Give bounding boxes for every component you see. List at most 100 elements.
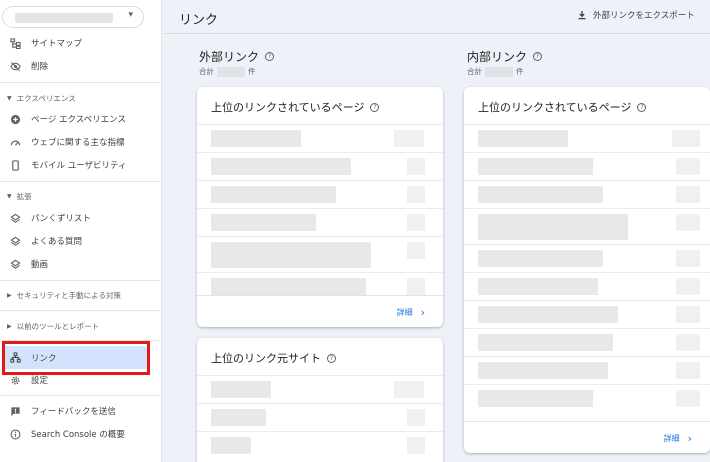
table-row[interactable] xyxy=(464,244,710,272)
divider xyxy=(0,310,160,311)
table-row[interactable] xyxy=(464,384,710,412)
help-icon[interactable]: ? xyxy=(370,102,380,112)
internal-links-title: 内部リンク ? xyxy=(467,48,543,65)
divider xyxy=(0,280,160,281)
sitemap-icon xyxy=(9,37,21,49)
sidebar-item-removals[interactable]: 削除 xyxy=(0,55,160,77)
external-links-label: 外部リンク xyxy=(199,50,260,64)
caret-right-icon: ▶ xyxy=(7,322,12,330)
section-experience[interactable]: ▼ エクスペリエンス xyxy=(0,90,160,106)
section-security[interactable]: ▶ セキュリティと手動による対策 xyxy=(0,287,160,303)
table-row[interactable] xyxy=(464,152,710,180)
table-row[interactable] xyxy=(464,300,710,328)
total-prefix: 合計 xyxy=(467,67,482,76)
property-selector[interactable]: ▾ xyxy=(2,6,144,28)
divider xyxy=(0,82,160,83)
sidebar-item-label: モバイル ユーザビリティ xyxy=(31,161,127,171)
section-legacy[interactable]: ▶ 以前のツールとレポート xyxy=(0,318,160,334)
sidebar-item-settings[interactable]: 設定 xyxy=(0,369,160,391)
sidebar-item-videos[interactable]: 動画 xyxy=(0,253,160,275)
total-count-redacted xyxy=(485,66,513,77)
table-row[interactable] xyxy=(197,236,443,272)
table-row[interactable] xyxy=(197,208,443,236)
sidebar-item-label: よくある質問 xyxy=(31,237,83,247)
table-row[interactable] xyxy=(464,124,710,152)
layers-icon xyxy=(9,235,21,247)
external-top-linked-pages-card: 上位のリンクされているページ ? 詳細 › xyxy=(197,87,443,327)
card-title-label: 上位のリンクされているページ xyxy=(211,101,365,114)
total-prefix: 合計 xyxy=(199,67,214,76)
layers-icon xyxy=(9,258,21,270)
table-row[interactable] xyxy=(197,375,443,403)
sidebar-item-label: ページ エクスペリエンス xyxy=(31,115,127,125)
speed-icon xyxy=(9,136,21,148)
sidebar: ▾ サイトマップ 削除 ▼ エクスペリエンス ページ エクスペリエンス ウェブに… xyxy=(0,0,162,462)
gear-icon xyxy=(9,374,21,386)
table-row[interactable] xyxy=(197,124,443,152)
chevron-right-icon: › xyxy=(687,432,692,445)
caret-right-icon: ▶ xyxy=(7,291,12,299)
card-title: 上位のリンクされているページ ? xyxy=(211,99,380,115)
section-label: 拡張 xyxy=(16,191,32,201)
sidebar-item-page-experience[interactable]: ページ エクスペリエンス xyxy=(0,108,160,130)
card-title: 上位のリンク元サイト ? xyxy=(211,350,336,366)
help-icon[interactable]: ? xyxy=(637,102,647,112)
sidebar-item-label: フィードバックを送信 xyxy=(31,407,116,417)
sidebar-item-sitemaps[interactable]: サイトマップ xyxy=(0,32,160,54)
help-icon[interactable]: ? xyxy=(327,353,336,363)
sidebar-item-breadcrumbs[interactable]: パンくずリスト xyxy=(0,207,160,229)
page-title: リンク xyxy=(179,13,219,28)
card-footer: 詳細 › xyxy=(197,295,443,327)
chevron-right-icon: › xyxy=(420,306,425,319)
sidebar-item-core-web-vitals[interactable]: ウェブに関する主な指標 xyxy=(0,131,160,153)
table-row[interactable] xyxy=(464,180,710,208)
table-row[interactable] xyxy=(464,356,710,384)
details-label: 詳細 xyxy=(663,434,680,443)
sidebar-item-about[interactable]: Search Console の概要 xyxy=(0,423,160,445)
help-icon[interactable]: ? xyxy=(533,52,543,61)
table-row[interactable] xyxy=(464,328,710,356)
sidebar-item-faq[interactable]: よくある質問 xyxy=(0,230,160,252)
section-label: 以前のツールとレポート xyxy=(16,321,100,331)
table-row[interactable] xyxy=(197,431,443,459)
export-label: 外部リンクをエクスポート xyxy=(593,11,695,21)
total-suffix: 件 xyxy=(248,67,256,76)
export-external-links-button[interactable]: 外部リンクをエクスポート xyxy=(577,9,695,21)
help-icon[interactable]: ? xyxy=(265,52,275,61)
header-divider xyxy=(163,33,710,34)
eye-off-icon xyxy=(9,60,21,72)
table-row[interactable] xyxy=(197,152,443,180)
info-icon xyxy=(9,428,21,440)
divider xyxy=(0,395,160,396)
sidebar-item-label: 設定 xyxy=(31,376,49,386)
caret-down-icon: ▼ xyxy=(7,94,12,102)
internal-links-total: 合計 件 xyxy=(467,66,524,77)
sidebar-item-feedback[interactable]: フィードバックを送信 xyxy=(0,400,160,422)
caret-down-icon: ▼ xyxy=(7,192,12,200)
divider xyxy=(0,181,160,182)
sidebar-item-label: ウェブに関する主な指標 xyxy=(31,138,125,148)
external-links-total: 合計 件 xyxy=(199,66,256,77)
section-enhancements[interactable]: ▼ 拡張 xyxy=(0,188,160,204)
feedback-icon xyxy=(9,405,21,417)
table-row[interactable] xyxy=(197,403,443,431)
sidebar-item-label: Search Console の概要 xyxy=(31,430,125,440)
sidebar-item-mobile-usability[interactable]: モバイル ユーザビリティ xyxy=(0,154,160,176)
download-icon xyxy=(578,11,586,20)
plus-circle-icon xyxy=(9,113,21,125)
external-top-linking-sites-card: 上位のリンク元サイト ? xyxy=(197,338,443,462)
total-suffix: 件 xyxy=(516,67,524,76)
table-row[interactable] xyxy=(197,180,443,208)
details-link[interactable]: 詳細 › xyxy=(664,432,692,445)
internal-top-linked-pages-card: 上位のリンクされているページ ? 詳細 › xyxy=(464,87,710,453)
section-label: セキュリティと手動による対策 xyxy=(16,290,121,300)
details-label: 詳細 xyxy=(396,308,413,317)
sidebar-item-label: サイトマップ xyxy=(31,39,83,49)
table-row[interactable] xyxy=(464,208,710,244)
table-row[interactable] xyxy=(464,272,710,300)
details-link[interactable]: 詳細 › xyxy=(397,306,425,319)
card-title: 上位のリンクされているページ ? xyxy=(478,99,647,115)
card-title-label: 上位のリンクされているページ xyxy=(478,101,632,114)
phone-icon xyxy=(9,159,21,171)
internal-links-label: 内部リンク xyxy=(467,50,528,64)
